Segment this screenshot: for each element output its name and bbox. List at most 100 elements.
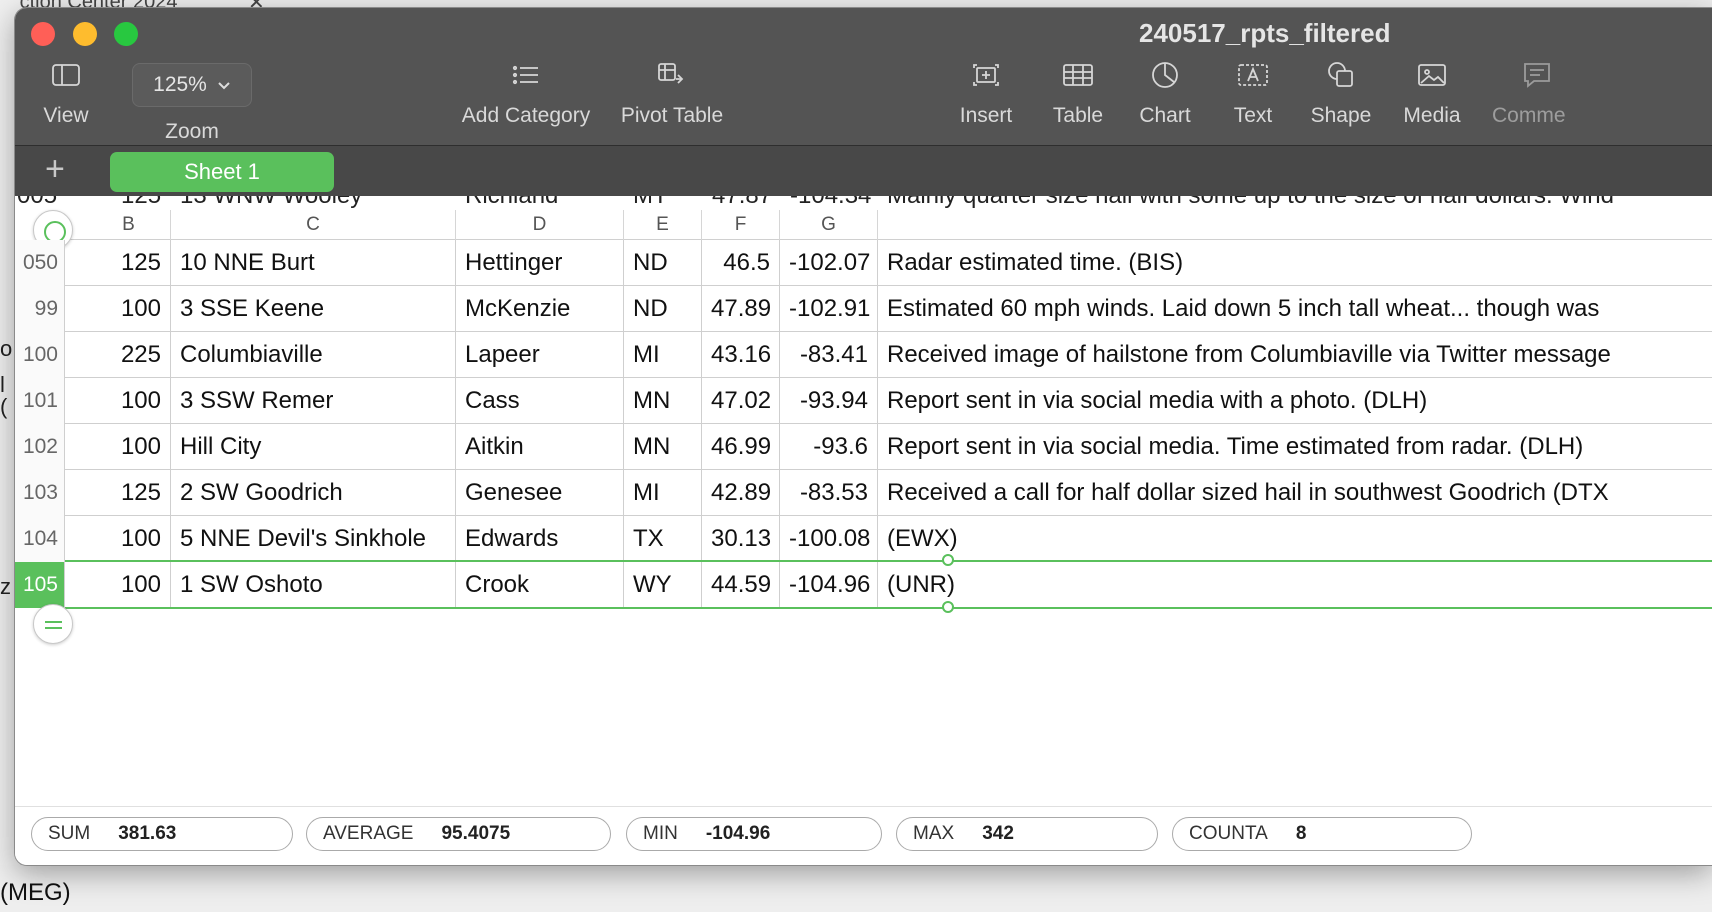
row-header[interactable]: 100 <box>15 332 65 378</box>
cell-location[interactable]: 5 NNE Devil's Sinkhole <box>171 516 456 562</box>
cell-size[interactable]: 100 <box>65 562 171 608</box>
row-header[interactable]: 101 <box>15 378 65 424</box>
selection-handle-bottom[interactable] <box>942 601 954 613</box>
table-row[interactable]: 100 225 Columbiaville Lapeer MI 43.16 -8… <box>15 332 1712 378</box>
column-header-d[interactable]: D <box>456 210 624 240</box>
minimize-window-button[interactable] <box>73 22 97 46</box>
row-header[interactable]: 104 <box>15 516 65 562</box>
cell-county[interactable]: Edwards <box>456 516 624 562</box>
cell-lon[interactable]: -102.91 <box>780 286 878 332</box>
zoom-dropdown[interactable]: 125% <box>132 63 252 107</box>
row-header[interactable]: 050 <box>15 240 65 286</box>
cell-state[interactable]: MI <box>624 332 702 378</box>
sheet-tab-sheet-1[interactable]: Sheet 1 <box>110 152 334 192</box>
cell-size[interactable]: 100 <box>65 286 171 332</box>
cell-state[interactable]: MN <box>624 424 702 470</box>
insert-button[interactable]: Insert <box>955 58 1017 128</box>
cell-state[interactable]: ND <box>624 240 702 286</box>
cell-comments[interactable]: Received image of hailstone from Columbi… <box>878 332 1712 378</box>
cell-county[interactable]: Genesee <box>456 470 624 516</box>
text-button[interactable]: Text <box>1225 58 1281 128</box>
cell-lon[interactable]: -83.53 <box>780 470 878 516</box>
chart-button[interactable]: Chart <box>1134 58 1196 128</box>
spreadsheet-grid[interactable]: 005 125 13 WNW Wooley Richland MT 47.87 … <box>15 196 1712 806</box>
zoom-window-button[interactable] <box>114 22 138 46</box>
cell-county[interactable]: Cass <box>456 378 624 424</box>
row-header[interactable]: 103 <box>15 470 65 516</box>
shape-button[interactable]: Shape <box>1307 58 1375 128</box>
cell-lat[interactable]: 47.89 <box>702 286 780 332</box>
column-header-c[interactable]: C <box>171 210 456 240</box>
column-header-h[interactable] <box>878 210 1712 240</box>
cell-lon[interactable]: -93.94 <box>780 378 878 424</box>
view-button[interactable]: View <box>37 58 95 128</box>
cell-comments[interactable]: Report sent in via social media. Time es… <box>878 424 1712 470</box>
cell-comments[interactable]: (EWX) <box>878 516 1712 562</box>
cell-comments[interactable]: (UNR) <box>878 562 1712 608</box>
cell-lat[interactable]: 46.99 <box>702 424 780 470</box>
column-header-e[interactable]: E <box>624 210 702 240</box>
cell-lat[interactable]: 44.59 <box>702 562 780 608</box>
cell-state[interactable]: MI <box>624 470 702 516</box>
cell-state[interactable]: ND <box>624 286 702 332</box>
table-row[interactable]: 103 125 2 SW Goodrich Genesee MI 42.89 -… <box>15 470 1712 516</box>
cell-county[interactable]: Lapeer <box>456 332 624 378</box>
comment-button[interactable]: Comme <box>1492 58 1582 128</box>
cell-lat[interactable]: 43.16 <box>702 332 780 378</box>
table-row-selected[interactable]: 105 100 1 SW Oshoto Crook WY 44.59 -104.… <box>15 562 1712 608</box>
table-row[interactable]: 104 100 5 NNE Devil's Sinkhole Edwards T… <box>15 516 1712 562</box>
table-row[interactable]: 99 100 3 SSE Keene McKenzie ND 47.89 -10… <box>15 286 1712 332</box>
table-button[interactable]: Table <box>1048 58 1108 128</box>
cell-size[interactable]: 100 <box>65 516 171 562</box>
row-header[interactable]: 99 <box>15 286 65 332</box>
cell-location[interactable]: 3 SSW Remer <box>171 378 456 424</box>
cell-location[interactable]: Columbiaville <box>171 332 456 378</box>
cell-lon[interactable]: -102.07 <box>780 240 878 286</box>
cell-state[interactable]: WY <box>624 562 702 608</box>
cell-comments[interactable]: Received a call for half dollar sized ha… <box>878 470 1712 516</box>
average-summary[interactable]: AVERAGE 95.4075 <box>306 817 611 851</box>
pivot-table-button[interactable]: Pivot Table <box>612 58 732 128</box>
column-header-g[interactable]: G <box>780 210 878 240</box>
cell-county[interactable]: McKenzie <box>456 286 624 332</box>
cell-county[interactable]: Hettinger <box>456 240 624 286</box>
cell-lat[interactable]: 46.5 <box>702 240 780 286</box>
selection-handle-top[interactable] <box>942 554 954 566</box>
column-header-f[interactable]: F <box>702 210 780 240</box>
cell-lat[interactable]: 30.13 <box>702 516 780 562</box>
cell-location[interactable]: 2 SW Goodrich <box>171 470 456 516</box>
cell-size[interactable]: 225 <box>65 332 171 378</box>
cell-lon[interactable]: -100.08 <box>780 516 878 562</box>
cell-size[interactable]: 100 <box>65 424 171 470</box>
table-row[interactable]: 102 100 Hill City Aitkin MN 46.99 -93.6 … <box>15 424 1712 470</box>
cell-size[interactable]: 125 <box>65 470 171 516</box>
column-header-b[interactable]: B <box>87 210 171 240</box>
cell-county[interactable]: Crook <box>456 562 624 608</box>
sum-summary[interactable]: SUM 381.63 <box>31 817 293 851</box>
cell-lon[interactable]: -104.96 <box>780 562 878 608</box>
row-header-selected[interactable]: 105 <box>15 562 65 608</box>
cell-comments[interactable]: Report sent in via social media with a p… <box>878 378 1712 424</box>
add-row-handle[interactable] <box>33 604 73 644</box>
add-category-button[interactable]: Add Category <box>456 58 596 128</box>
cell-lon[interactable]: -93.6 <box>780 424 878 470</box>
cell-comments[interactable]: Radar estimated time. (BIS) <box>878 240 1712 286</box>
table-row[interactable]: 101 100 3 SSW Remer Cass MN 47.02 -93.94… <box>15 378 1712 424</box>
add-sheet-button[interactable]: + <box>45 150 65 189</box>
cell-county[interactable]: Aitkin <box>456 424 624 470</box>
cell-state[interactable]: MN <box>624 378 702 424</box>
max-summary[interactable]: MAX 342 <box>896 817 1158 851</box>
cell-state[interactable]: TX <box>624 516 702 562</box>
cell-lat[interactable]: 42.89 <box>702 470 780 516</box>
media-button[interactable]: Media <box>1401 58 1463 128</box>
min-summary[interactable]: MIN -104.96 <box>626 817 882 851</box>
counta-summary[interactable]: COUNTA 8 <box>1172 817 1472 851</box>
cell-size[interactable]: 125 <box>65 240 171 286</box>
row-header[interactable]: 102 <box>15 424 65 470</box>
cell-lon[interactable]: -83.41 <box>780 332 878 378</box>
cell-location[interactable]: 10 NNE Burt <box>171 240 456 286</box>
close-window-button[interactable] <box>31 22 55 46</box>
cell-lat[interactable]: 47.02 <box>702 378 780 424</box>
cell-size[interactable]: 100 <box>65 378 171 424</box>
cell-location[interactable]: 3 SSE Keene <box>171 286 456 332</box>
